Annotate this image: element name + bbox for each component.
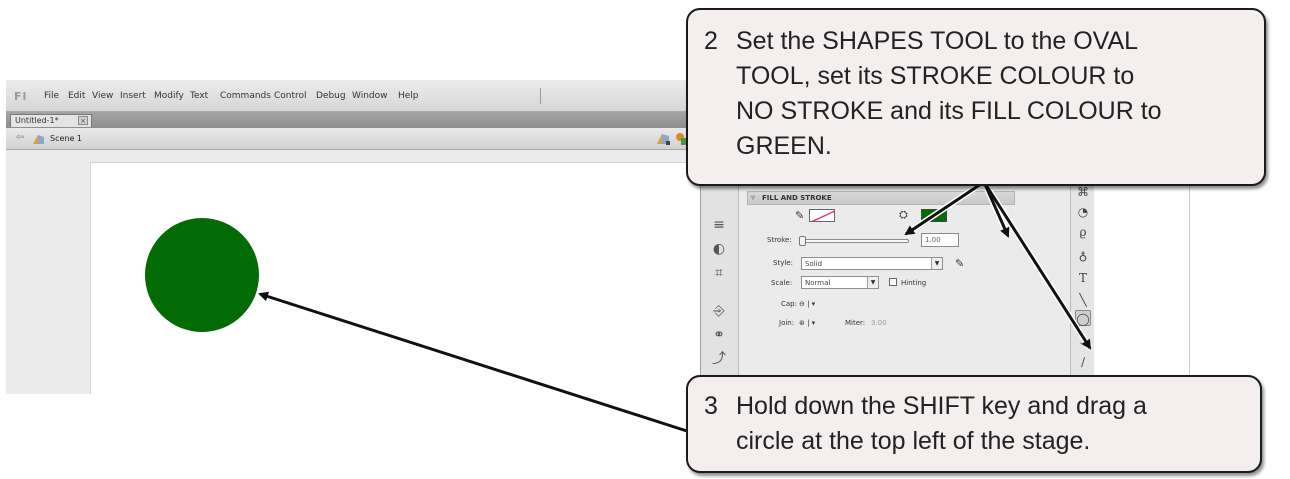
callout-line: TOOL, set its STROKE COLOUR to xyxy=(736,62,1135,90)
lasso-fill-icon[interactable]: ◔ xyxy=(1075,204,1091,220)
stage-area xyxy=(6,150,700,394)
stroke-slider[interactable] xyxy=(799,236,909,246)
scene-icon xyxy=(33,135,44,144)
style-label: Style: xyxy=(773,259,793,267)
stroke-value-input[interactable]: 1.00 xyxy=(921,233,959,247)
menu-file[interactable]: File xyxy=(44,91,59,101)
chevron-down-icon: ▼ xyxy=(867,277,878,288)
callout-step-2: 2 Set the SHAPES TOOL to the OVAL TOOL, … xyxy=(686,8,1266,186)
fill-color-swatch[interactable] xyxy=(921,209,947,222)
style-value: Solid xyxy=(805,260,823,268)
callout-line: circle at the top left of the stage. xyxy=(736,427,1091,455)
info-icon[interactable]: ◐ xyxy=(710,240,728,258)
style-dropdown[interactable]: Solid ▼ xyxy=(801,257,943,270)
menu-help[interactable]: Help xyxy=(398,91,419,101)
step-number: 3 xyxy=(704,392,718,420)
join-dropdown[interactable]: ⊛ | ▾ xyxy=(799,319,815,327)
line-tool-icon[interactable]: ╲ xyxy=(1075,292,1091,308)
menu-edit[interactable]: Edit xyxy=(68,91,85,101)
hinting-label: Hinting xyxy=(901,279,927,287)
miter-label: Miter: xyxy=(845,319,866,327)
app-logo: Fl xyxy=(14,90,28,103)
properties-panel: ≡ ◐ ⌗ ⎆ ⚭ ⤴ ▿ FILL AND STROKE ✎ ⛭ Stroke… xyxy=(700,182,1070,394)
hinting-checkbox[interactable] xyxy=(889,278,897,286)
collapse-caret-icon[interactable]: ▿ xyxy=(751,193,755,202)
3d-rotation-icon[interactable]: ⌘ xyxy=(1075,184,1091,200)
fill-and-stroke-header[interactable]: ▿ FILL AND STROKE xyxy=(747,191,1015,205)
scale-dropdown[interactable]: Normal ▼ xyxy=(801,276,879,289)
join-label: Join: xyxy=(779,319,795,327)
text-tool-icon[interactable]: T xyxy=(1075,270,1091,286)
cap-label: Cap: xyxy=(781,300,797,308)
scene-label: Scene 1 xyxy=(50,134,83,143)
menu-separator xyxy=(540,88,541,104)
document-tab[interactable]: Untitled-1* × xyxy=(10,114,92,127)
section-title: FILL AND STROKE xyxy=(762,194,832,202)
pencil-icon: ✎ xyxy=(795,210,805,222)
stage[interactable] xyxy=(90,162,700,394)
step-number: 2 xyxy=(704,27,718,55)
menu-modify[interactable]: Modify xyxy=(154,91,184,101)
menu-control[interactable]: Control xyxy=(274,91,307,101)
callout-text: Set the SHAPES TOOL to the OVAL TOOL, se… xyxy=(736,24,1256,164)
callout-line: Set the SHAPES TOOL to the OVAL xyxy=(736,27,1139,55)
menu-view[interactable]: View xyxy=(92,91,113,101)
stroke-color-swatch[interactable] xyxy=(809,209,835,222)
callout-line: Hold down the SHIFT key and drag a xyxy=(736,392,1147,420)
green-circle[interactable] xyxy=(145,218,259,332)
close-icon[interactable]: × xyxy=(78,116,88,125)
paint-bucket-icon: ⛭ xyxy=(899,209,908,221)
callout-line: GREEN. xyxy=(736,132,832,160)
pencil-tool-icon[interactable]: ℐ xyxy=(1075,332,1091,348)
menu-text[interactable]: Text xyxy=(190,91,208,101)
align-icon[interactable]: ≡ xyxy=(710,216,728,234)
transform-icon[interactable]: ⌗ xyxy=(710,264,728,282)
back-arrow-icon[interactable]: ⇦ xyxy=(16,132,24,143)
stroke-label: Stroke: xyxy=(767,236,792,244)
menu-window[interactable]: Window xyxy=(352,91,388,101)
chevron-down-icon: ▼ xyxy=(931,258,942,269)
scale-value: Normal xyxy=(805,279,831,287)
pen-icon[interactable]: ♁ xyxy=(1075,248,1091,264)
scale-label: Scale: xyxy=(771,279,793,287)
callout-step-3: 3 Hold down the SHIFT key and drag a cir… xyxy=(686,375,1262,473)
callout-text: Hold down the SHIFT key and drag a circl… xyxy=(736,389,1256,459)
callout-line: NO STROKE and its FILL COLOUR to xyxy=(736,97,1162,125)
motion-icon[interactable]: ⤴ xyxy=(710,350,728,368)
document-tab-label: Untitled-1* xyxy=(15,116,59,125)
oval-tool-icon[interactable]: ◯ xyxy=(1075,310,1091,326)
edit-stroke-style-icon[interactable]: ✎ xyxy=(955,257,964,270)
miter-value[interactable]: 3.00 xyxy=(871,319,887,327)
cap-dropdown[interactable]: ⊖ | ▾ xyxy=(799,300,815,308)
menu-commands[interactable]: Commands xyxy=(220,91,271,101)
menu-insert[interactable]: Insert xyxy=(120,91,146,101)
components-icon[interactable]: ⎆ xyxy=(710,302,728,320)
edit-scene-icon[interactable] xyxy=(656,132,671,146)
tools-panel: ⌘ ◔ ϱ ♁ T ╲ ◯ ℐ ∕ xyxy=(1070,182,1094,394)
panel-icon-strip: ≡ ◐ ⌗ ⎆ ⚭ ⤴ xyxy=(701,182,739,394)
lasso-icon[interactable]: ϱ xyxy=(1075,224,1091,240)
library-icon[interactable]: ⚭ xyxy=(710,326,728,344)
slider-knob[interactable] xyxy=(799,236,806,246)
no-stroke-slash-icon xyxy=(811,210,834,221)
brush-tool-icon[interactable]: ∕ xyxy=(1075,354,1091,370)
menu-debug[interactable]: Debug xyxy=(316,91,346,101)
